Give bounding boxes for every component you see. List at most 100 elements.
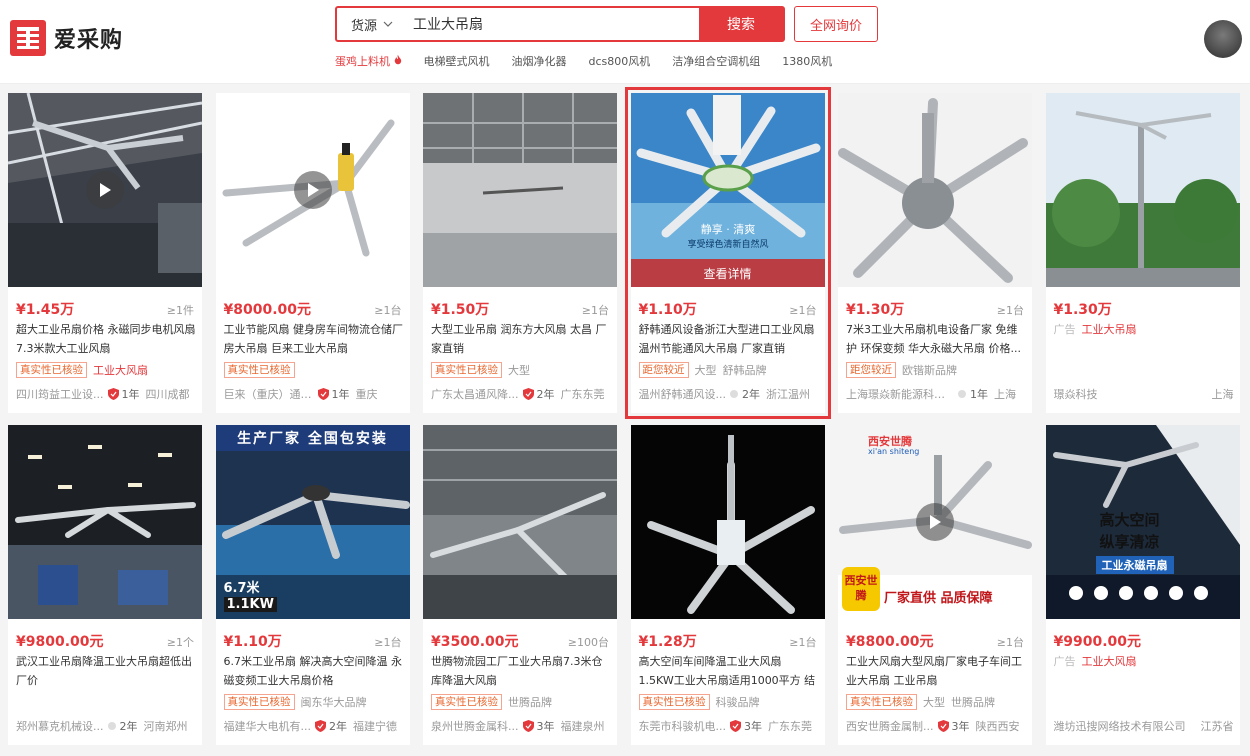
shop-name[interactable]: 西安世腾金属制... bbox=[846, 718, 934, 734]
level-icon bbox=[107, 722, 116, 730]
product-price: ¥1.50万 bbox=[431, 302, 490, 318]
shop-name[interactable]: 温州舒韩通风设... bbox=[639, 386, 727, 402]
hot-link[interactable]: 1380风机 bbox=[782, 53, 832, 69]
brand-tag: 世腾品牌 bbox=[508, 696, 552, 709]
product-card[interactable]: 西安世腾 xi'an shiteng 西安世腾 厂家直供 品质保障 ¥8800.… bbox=[838, 425, 1032, 745]
play-icon[interactable] bbox=[916, 503, 954, 541]
promo-text-3: 工业永磁吊扇 bbox=[1095, 556, 1174, 574]
shield-icon bbox=[107, 388, 119, 400]
shop-location: 浙江温州 bbox=[766, 388, 810, 401]
brand-tag: 欧锴斯品牌 bbox=[902, 364, 957, 377]
product-image[interactable] bbox=[423, 425, 617, 619]
product-image[interactable] bbox=[215, 93, 410, 287]
product-image[interactable] bbox=[423, 93, 617, 287]
product-price: ¥1.30万 bbox=[1053, 302, 1112, 318]
min-order: ≥1个 bbox=[166, 636, 194, 649]
shop-location: 江苏省 bbox=[1200, 720, 1234, 733]
shop-name[interactable]: 潍坊迅搜网络技术有限公司 bbox=[1054, 718, 1186, 734]
product-image[interactable] bbox=[630, 425, 825, 619]
search-scope-select[interactable]: 货源 bbox=[337, 8, 407, 40]
play-icon[interactable] bbox=[86, 171, 124, 209]
product-card[interactable]: ¥1.45万 ≥1件 超大工业吊扇价格 永磁同步电机风扇7.3米款大工业风扇 真实… bbox=[8, 93, 202, 413]
promo-text-1: 高大空间 bbox=[1099, 511, 1160, 529]
hot-link[interactable]: 电梯壁式风机 bbox=[424, 53, 490, 69]
shop-name[interactable]: 璟焱科技 bbox=[1054, 386, 1098, 402]
product-title[interactable]: 广告 工业大风扇 bbox=[1054, 652, 1234, 690]
product-title[interactable]: 工业节能风扇 健身房车间物流仓储厂房大吊扇 巨来工业大吊扇 bbox=[224, 320, 404, 358]
product-title[interactable]: 高大空间车间降温工业大风扇 1.5KW工业大吊扇适用1000平方 结合环... bbox=[639, 652, 819, 690]
search-button[interactable]: 搜索 bbox=[699, 8, 783, 40]
product-card-selected[interactable]: 静享 · 清爽 享受绿色清新自然风 查看详情 ¥1.10万 ≥1台 舒韩通风设备浙… bbox=[624, 87, 831, 419]
chevron-down-icon bbox=[383, 21, 393, 27]
shop-location: 陕西西安 bbox=[975, 720, 1020, 733]
hot-link[interactable]: 油烟净化器 bbox=[512, 53, 567, 69]
min-order: ≥1件 bbox=[166, 304, 194, 317]
product-title[interactable]: 武汉工业吊扇降温工业大吊扇超低出厂价 bbox=[16, 652, 196, 690]
logo-text: 爱采购 bbox=[54, 28, 124, 53]
product-card[interactable]: ¥3500.00元 ≥100台 世腾物流园工厂工业大吊扇7.3米仓库降温大风扇 真… bbox=[423, 425, 617, 745]
slogan-text: 厂家直供 品质保障 bbox=[884, 591, 993, 606]
min-order: ≥1台 bbox=[789, 304, 817, 317]
min-order: ≥1台 bbox=[996, 636, 1024, 649]
attr-tag: 工业大风扇 bbox=[93, 364, 148, 377]
product-image[interactable]: 西安世腾 xi'an shiteng 西安世腾 厂家直供 品质保障 bbox=[838, 425, 1032, 619]
product-image[interactable]: 生产厂家 全国包安装 6.7米 1.1KW bbox=[215, 425, 410, 619]
product-image[interactable]: 静享 · 清爽 享受绿色清新自然风 查看详情 bbox=[630, 93, 825, 287]
hot-link[interactable]: dcs800风机 bbox=[589, 53, 651, 69]
user-avatar[interactable] bbox=[1204, 20, 1242, 58]
shield-icon bbox=[315, 720, 326, 732]
verified-tag: 真实性已核验 bbox=[638, 694, 710, 710]
product-title[interactable]: 工业大风扇大型风扇厂家电子车间工业大吊扇 工业吊扇 bbox=[846, 652, 1026, 690]
search-input[interactable] bbox=[407, 8, 699, 40]
shop-name[interactable]: 福建华大电机有... bbox=[224, 718, 312, 734]
hot-link[interactable]: 洁净组合空调机组 bbox=[672, 53, 760, 69]
product-title[interactable]: 大型工业吊扇 润东方大风扇 太昌 厂家直销 bbox=[431, 320, 611, 358]
brand-tag: 闽东华大品牌 bbox=[300, 696, 367, 709]
product-title[interactable]: 舒韩通风设备浙江大型进口工业风扇 温州节能通风大吊扇 厂家直销 bbox=[639, 320, 819, 358]
shield-icon bbox=[522, 720, 534, 732]
shop-name[interactable]: 郑州慕克机械设... bbox=[16, 718, 104, 734]
brand-tag: 科骏品牌 bbox=[715, 696, 760, 709]
shop-name[interactable]: 四川筠益工业设... bbox=[16, 386, 104, 402]
top-header: 爱采购 货源 搜索 全网询价 蛋鸡上料机 电梯壁式风机 油烟净化器 dcs800… bbox=[0, 0, 1250, 84]
product-card[interactable]: ¥1.30万 ≥1台 7米3工业大吊扇机电设备厂家 免维护 环保变频 华大永磁大吊… bbox=[838, 93, 1032, 413]
play-icon[interactable] bbox=[293, 171, 332, 209]
product-image[interactable] bbox=[1045, 93, 1240, 287]
view-details-button[interactable]: 查看详情 bbox=[630, 259, 825, 287]
site-logo[interactable]: 爱采购 bbox=[10, 20, 130, 56]
product-card[interactable]: ¥1.30万 广告 工业大吊扇 璟焱科技 上海 bbox=[1045, 93, 1240, 413]
shop-name[interactable]: 东莞市科骏机电... bbox=[639, 718, 727, 734]
level-icon bbox=[958, 390, 966, 398]
product-image[interactable] bbox=[8, 93, 202, 287]
product-price: ¥1.30万 bbox=[846, 302, 905, 318]
product-card[interactable]: 高大空间 纵享清凉 工业永磁吊扇 ¥9900.00元 广告 工业大风扇 潍坊迅搜网… bbox=[1045, 425, 1240, 745]
product-title[interactable]: 7米3工业大吊扇机电设备厂家 免维护 环保变频 华大永磁大吊扇 价格... bbox=[846, 320, 1026, 358]
product-title[interactable]: 超大工业吊扇价格 永磁同步电机风扇7.3米款大工业风扇 bbox=[16, 320, 196, 358]
inquiry-button[interactable]: 全网询价 bbox=[794, 6, 878, 42]
near-tag: 距您较近 bbox=[638, 362, 689, 378]
verified-tag: 真实性已核验 bbox=[431, 694, 502, 710]
shield-icon bbox=[937, 720, 949, 732]
product-image[interactable] bbox=[838, 93, 1032, 287]
product-title[interactable]: 广告 工业大吊扇 bbox=[1054, 320, 1234, 358]
product-card[interactable]: ¥1.50万 ≥1台 大型工业吊扇 润东方大风扇 太昌 厂家直销 真实性已核验 大型… bbox=[423, 93, 617, 413]
product-card[interactable]: ¥8000.00元 ≥1台 工业节能风扇 健身房车间物流仓储厂房大吊扇 巨来工业大… bbox=[215, 93, 410, 413]
min-order: ≥1台 bbox=[789, 636, 817, 649]
hot-link[interactable]: 蛋鸡上料机 bbox=[335, 53, 402, 69]
shop-name[interactable]: 巨来（重庆）通风设... bbox=[224, 386, 314, 402]
product-title[interactable]: 6.7米工业吊扇 解决高大空间降温 永磁变频工业大吊扇价格 bbox=[224, 652, 404, 690]
shop-name[interactable]: 上海璟焱新能源科技... bbox=[846, 386, 954, 402]
shop-location: 广东东莞 bbox=[768, 720, 812, 733]
min-order: ≥100台 bbox=[567, 636, 609, 649]
shop-name[interactable]: 广东太昌通风降... bbox=[431, 386, 519, 402]
shield-icon bbox=[317, 388, 329, 400]
product-image[interactable] bbox=[8, 425, 202, 619]
fire-icon bbox=[394, 55, 401, 65]
product-title[interactable]: 世腾物流园工厂工业大吊扇7.3米仓库降温大风扇 bbox=[431, 652, 611, 690]
product-card[interactable]: 生产厂家 全国包安装 6.7米 1.1KW ¥1.10万 ≥1台 6.7米工业吊扇… bbox=[215, 425, 410, 745]
promo-banner: 生产厂家 全国包安装 bbox=[215, 425, 410, 451]
product-card[interactable]: ¥9800.00元 ≥1个 武汉工业吊扇降温工业大吊扇超低出厂价 郑州慕克机械设.… bbox=[8, 425, 202, 745]
product-card[interactable]: ¥1.28万 ≥1台 高大空间车间降温工业大风扇 1.5KW工业大吊扇适用1000… bbox=[630, 425, 825, 745]
product-image[interactable]: 高大空间 纵享清凉 工业永磁吊扇 bbox=[1045, 425, 1240, 619]
shop-name[interactable]: 泉州世腾金属科... bbox=[431, 718, 519, 734]
